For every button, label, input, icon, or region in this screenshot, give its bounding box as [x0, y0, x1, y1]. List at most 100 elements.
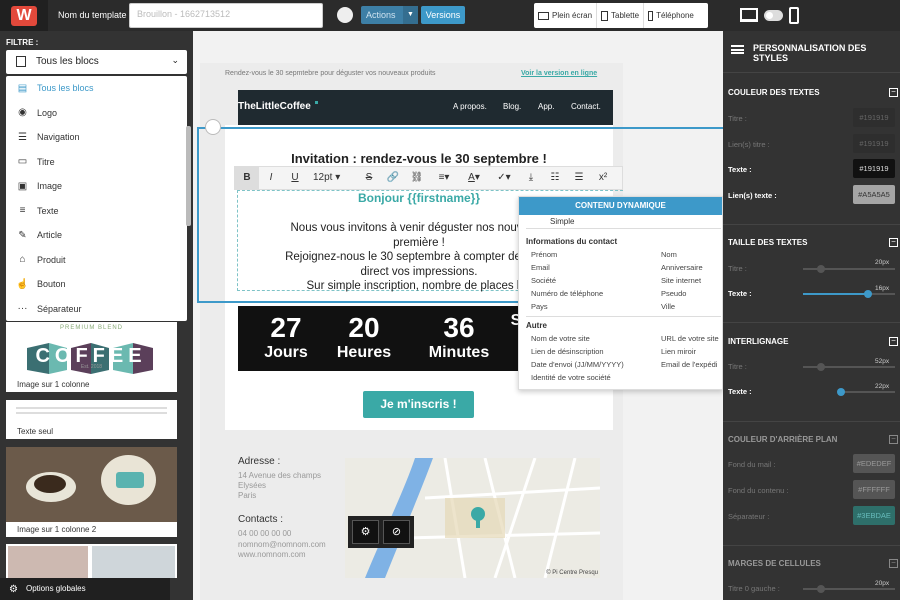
slider[interactable] — [803, 265, 895, 273]
color-swatch[interactable]: #191919 — [853, 134, 895, 153]
filter-item-separator[interactable]: ··· Séparateur — [6, 297, 187, 322]
collapse-icon[interactable]: − — [889, 88, 898, 97]
filter-item-navigation[interactable]: ☰ Navigation — [6, 125, 187, 150]
settings-icon[interactable]: ⚙ — [352, 520, 379, 544]
slider-knob[interactable] — [864, 290, 872, 298]
dyn-field[interactable]: Lien miroir — [661, 347, 696, 356]
dyn-field[interactable]: Numéro de téléphone — [531, 289, 603, 298]
nav-link[interactable]: A propos. — [453, 102, 487, 111]
filter-item-product[interactable]: ⌂ Produit — [6, 248, 187, 273]
filter-item-text[interactable]: ≡ Texte — [6, 199, 187, 224]
device-phone[interactable]: Téléphone — [644, 3, 698, 28]
filter-item-image[interactable]: ▣ Image — [6, 174, 187, 199]
register-button[interactable]: Je m'inscris ! — [363, 391, 474, 418]
block-thumb-text[interactable] — [6, 400, 177, 424]
caret-down-icon[interactable]: ▼ — [403, 6, 418, 24]
filter-item-button[interactable]: ☝ Bouton — [6, 272, 187, 297]
hide-icon[interactable]: ⊘ — [383, 520, 410, 544]
font-size-select[interactable]: 12pt ▾ — [307, 167, 357, 189]
color-swatch[interactable]: #FFFFFF — [853, 480, 895, 499]
slider-knob[interactable] — [817, 585, 825, 593]
link-icon[interactable]: 🔗 — [381, 167, 405, 189]
color-swatch[interactable]: #191919 — [853, 159, 895, 178]
slider-knob[interactable] — [817, 363, 825, 371]
filter-item-title[interactable]: ▭ Titre — [6, 150, 187, 175]
preview-circle-button[interactable] — [337, 7, 353, 23]
app-logo[interactable]: W — [0, 0, 48, 31]
global-options-button[interactable]: ⚙ Options globales — [0, 578, 170, 600]
dyn-field[interactable]: Pays — [531, 302, 548, 311]
filter-item-label: Séparateur — [37, 303, 82, 314]
spellcheck-select[interactable]: ✓▾ — [489, 167, 519, 189]
ordered-list-icon[interactable]: ☷ — [543, 167, 567, 189]
actions-button[interactable]: Actions ▼ — [361, 6, 418, 24]
style-label: Fond du mail : — [728, 460, 776, 469]
bold-button[interactable]: B — [235, 167, 259, 189]
dyn-field[interactable]: URL de votre site — [661, 334, 719, 343]
align-select[interactable]: ≡▾ — [429, 167, 459, 189]
block-thumb-image-3[interactable] — [6, 544, 177, 578]
unordered-list-icon[interactable]: ☰ — [567, 167, 591, 189]
template-name-input[interactable]: Brouillon - 1662713512 — [129, 3, 323, 28]
preview-toggle[interactable] — [764, 10, 783, 21]
superscript-icon[interactable]: x² — [591, 167, 615, 189]
dyn-field[interactable]: Date d'envoi (JJ/MM/YYYY) — [531, 360, 624, 369]
slider-knob[interactable] — [837, 388, 845, 396]
dyn-field[interactable]: Pseudo — [661, 289, 686, 298]
device-desktop[interactable]: Plein écran — [534, 3, 598, 28]
slider[interactable] — [803, 363, 895, 371]
dyn-field[interactable]: Ville — [661, 302, 675, 311]
slider-knob[interactable] — [817, 265, 825, 273]
device-tablet[interactable]: Tablette — [597, 3, 645, 28]
underline-button[interactable]: U — [283, 167, 307, 189]
color-swatch[interactable]: #A5A5A5 — [853, 185, 895, 204]
separator-icon: ··· — [17, 303, 28, 315]
dyn-field[interactable]: Société — [531, 276, 556, 285]
block-handle[interactable] — [205, 119, 221, 135]
filter-dropdown: ▤ Tous les blocs ◉ Logo ☰ Navigation ▭ Titre… — [6, 76, 187, 321]
email-title[interactable]: Invitation : rendez-vous le 30 septembre… — [238, 151, 600, 166]
collapse-icon[interactable]: − — [889, 559, 898, 568]
mobile-preview-icon[interactable] — [789, 7, 799, 24]
collapse-icon[interactable]: − — [889, 435, 898, 444]
sidebar-scrollbar[interactable] — [186, 126, 191, 226]
slider-value: 52px — [875, 358, 890, 365]
nav-link[interactable]: Contact. — [571, 102, 601, 111]
color-swatch[interactable]: #EDEDEF — [853, 454, 895, 473]
dyn-field[interactable]: Anniversaire — [661, 263, 703, 272]
filter-item-label: Produit — [37, 254, 66, 265]
collapse-icon[interactable]: − — [889, 238, 898, 247]
filter-item-logo[interactable]: ◉ Logo — [6, 101, 187, 126]
dyn-field[interactable]: Nom de votre site — [531, 334, 590, 343]
text-color-select[interactable]: A▾ — [459, 167, 489, 189]
strikethrough-button[interactable]: S — [357, 167, 381, 189]
dyn-field[interactable]: Identité de votre société — [531, 373, 611, 382]
filter-item-article[interactable]: ✎ Article — [6, 223, 187, 248]
slider[interactable] — [803, 585, 895, 593]
filter-select[interactable]: Tous les blocs ⌄ — [6, 50, 187, 74]
online-version-link[interactable]: Voir la version en ligne — [521, 70, 597, 77]
nav-link[interactable]: App. — [538, 102, 554, 111]
insert-icon[interactable]: ⤓ — [519, 167, 543, 189]
color-swatch[interactable]: #3EBDAE — [853, 506, 895, 525]
dyn-field[interactable]: Nom — [661, 250, 677, 259]
collapse-icon[interactable]: − — [889, 337, 898, 346]
dyn-field[interactable]: Email — [531, 263, 550, 272]
filter-item-all[interactable]: ▤ Tous les blocs — [6, 76, 187, 101]
desktop-preview-icon[interactable] — [740, 8, 758, 22]
filter-item-label: Titre — [37, 156, 55, 167]
dyn-field[interactable]: Lien de désinscription — [531, 347, 604, 356]
dyn-field[interactable]: Email de l'expédi — [661, 360, 721, 369]
email-nav[interactable]: TheLittleCoffee A propos. Blog. App. Con… — [238, 90, 613, 125]
color-swatch[interactable]: #191919 — [853, 108, 895, 127]
nav-link[interactable]: Blog. — [503, 102, 521, 111]
unlink-icon[interactable]: ⛓ — [405, 167, 429, 189]
slider[interactable] — [837, 388, 895, 396]
italic-button[interactable]: I — [259, 167, 283, 189]
dyn-field[interactable]: Site internet — [661, 276, 701, 285]
dyn-field[interactable]: Prénom — [531, 250, 557, 259]
versions-button[interactable]: Versions — [421, 6, 465, 24]
slider[interactable] — [803, 290, 895, 298]
dynamic-simple-tab[interactable]: Simple — [550, 217, 574, 226]
block-thumb-image-2[interactable] — [6, 447, 177, 522]
